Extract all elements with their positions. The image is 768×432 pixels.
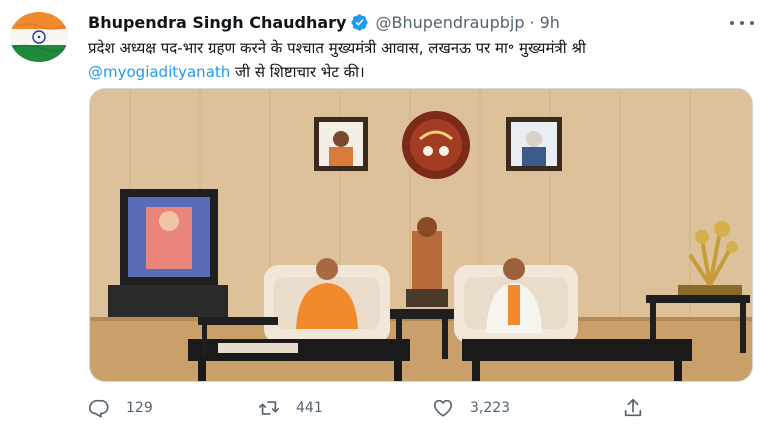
display-name[interactable]: Bhupendra Singh Chaudhary	[88, 13, 346, 32]
retweet-icon	[259, 401, 279, 415]
share-button[interactable]	[622, 394, 644, 422]
heart-icon	[433, 399, 453, 417]
separator-dot: ·	[529, 12, 535, 32]
tweet-card[interactable]: Bhupendra Singh Chaudhary @Bhupendraupbj…	[0, 0, 768, 432]
reply-icon	[89, 399, 109, 419]
retweet-count: 441	[296, 400, 323, 416]
like-button[interactable]: 3,223	[432, 394, 510, 422]
retweet-button[interactable]: 441	[258, 394, 323, 422]
more-options-icon[interactable]	[730, 14, 754, 32]
user-handle[interactable]: @Bhupendraupbjp	[375, 13, 524, 32]
tweet-text-part1: प्रदेश अध्यक्ष पद-भार ग्रहण करने के पश्च…	[88, 39, 586, 57]
avatar[interactable]	[10, 12, 68, 62]
tweet-time[interactable]: 9h	[540, 13, 560, 32]
reply-count: 129	[126, 400, 153, 416]
india-flag-icon	[10, 12, 68, 62]
tweet-text: प्रदेश अध्यक्ष पद-भार ग्रहण करने के पश्च…	[88, 36, 752, 84]
verified-badge-icon	[350, 13, 369, 32]
share-icon	[624, 398, 642, 417]
mention-link[interactable]: @myogiadityanath	[88, 63, 230, 81]
tweet-photo[interactable]	[89, 88, 753, 382]
reply-button[interactable]: 129	[88, 394, 153, 422]
tweet-actions: 129 441 3,223	[88, 394, 658, 422]
meeting-room-photo	[90, 89, 752, 381]
tweet-header: Bhupendra Singh Chaudhary @Bhupendraupbj…	[88, 10, 560, 34]
like-count: 3,223	[470, 400, 511, 416]
tweet-text-part2: जी से शिष्टाचार भेट की।	[230, 63, 365, 81]
